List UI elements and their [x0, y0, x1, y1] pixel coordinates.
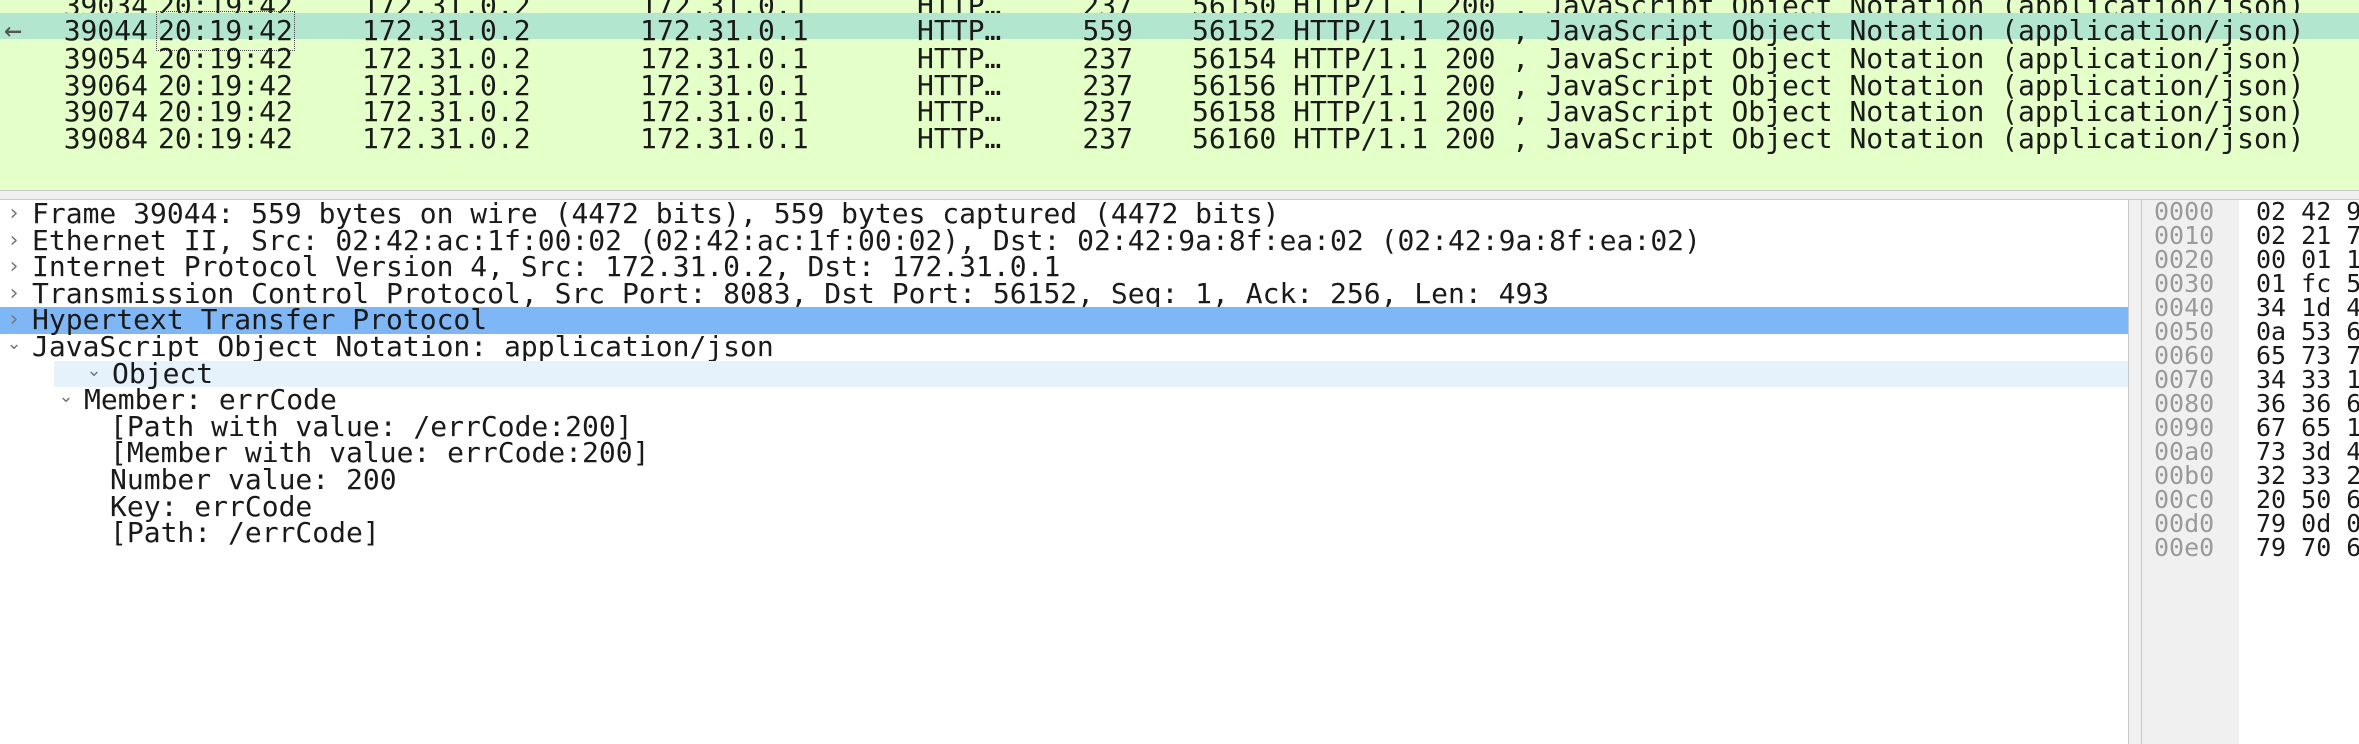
packet-length: 237: [1082, 121, 1133, 155]
hex-offset: 00e0: [2154, 533, 2215, 562]
chevron-right-icon[interactable]: ›: [4, 228, 24, 255]
chevron-right-icon[interactable]: ›: [4, 254, 24, 281]
tree-item-label: [Path: /errCode]: [110, 516, 380, 550]
chevron-right-icon[interactable]: ›: [4, 281, 24, 308]
hex-bytes: 79 70 6: [2256, 533, 2359, 562]
chevron-right-icon[interactable]: ›: [4, 201, 24, 228]
packet-bytes-pane[interactable]: 0000 02 42 9 0010 02 21 7 0020 00 01 1 0030 01 …: [2141, 200, 2359, 744]
chevron-right-icon[interactable]: ›: [4, 307, 24, 334]
packet-protocol: HTTP…: [917, 121, 1002, 155]
packet-row[interactable]: 39044 20:19:42 172.31.0.2 172.31.0.1 HTTP… 55…: [0, 10, 2359, 51]
chevron-down-icon[interactable]: ⌄: [4, 334, 24, 354]
horizontal-splitter[interactable]: [0, 190, 2359, 200]
packet-number: 39084: [63, 121, 148, 155]
tree-item[interactable]: ⌄ Object: [54, 359, 2128, 388]
packet-destination: 172.31.0.1: [640, 121, 809, 155]
packet-list[interactable]: 39034 20:19:42 172.31.0.2 172.31.0.1 HTTP… 23…: [0, 0, 2359, 190]
vertical-splitter[interactable]: [2129, 200, 2141, 744]
packet-source: 172.31.0.2: [362, 121, 531, 155]
hex-row[interactable]: 00e0 79 70 6: [2142, 533, 2359, 562]
chevron-down-icon[interactable]: ⌄: [84, 360, 104, 381]
packet-row[interactable]: 39084 20:19:42 172.31.0.2 172.31.0.1 HTTP… 23…: [0, 119, 2359, 159]
tree-item[interactable]: [Path: /errCode]: [0, 516, 2128, 550]
packet-time: 20:19:42: [158, 121, 293, 155]
packet-details-tree[interactable]: › Frame 39044: 559 bytes on wire (4472 bi…: [0, 200, 2129, 744]
tree-item[interactable]: Number value: 200: [0, 466, 2128, 494]
tree-item[interactable]: ⌄ JavaScript Object Notation: application…: [0, 333, 2128, 361]
chevron-down-icon[interactable]: ⌄: [56, 387, 76, 407]
packet-info: 56160 HTTP/1.1 200 , JavaScript Object N…: [1192, 121, 2305, 155]
